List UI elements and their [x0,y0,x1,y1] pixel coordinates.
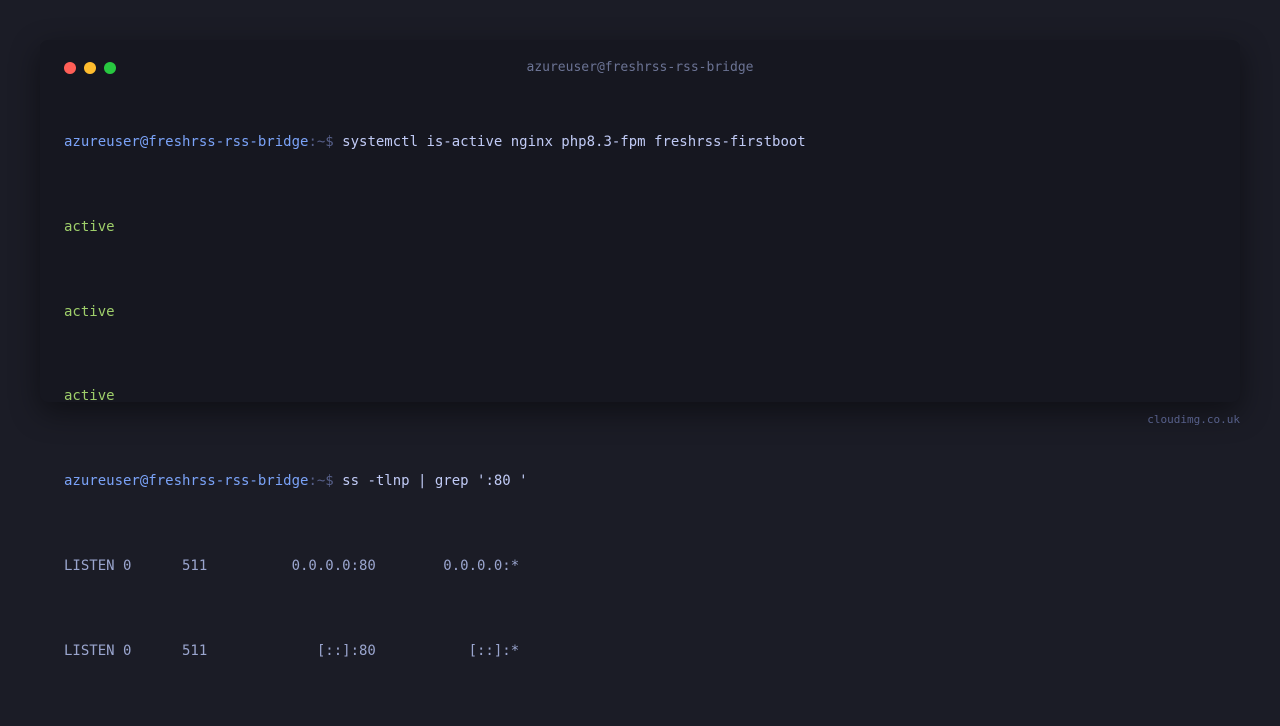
terminal-titlebar: azureuser@freshrss-rss-bridge [40,40,1240,96]
command-line: azureuser@freshrss-rss-bridge:~$ ss -tln… [64,471,1224,491]
output-line: active [64,218,115,235]
command-line: azureuser@freshrss-rss-bridge:~$ systemc… [64,132,1224,152]
command-text: ss -tlnp | grep ':80 ' [342,473,528,490]
prompt-separator: :~$ [308,134,343,150]
command-text: systemctl is-active nginx php8.3-fpm fre… [342,134,806,150]
output-line: active [64,303,115,320]
prompt-separator: :~$ [308,473,343,490]
terminal-window: azureuser@freshrss-rss-bridge azureuser@… [40,40,1240,659]
prompt-user: azureuser@freshrss-rss-bridge [64,134,309,150]
output-line: LISTEN 0 511 [::]:80 [::]:* [64,642,520,659]
window-title: azureuser@freshrss-rss-bridge [526,60,754,75]
prompt-user: azureuser@freshrss-rss-bridge [64,473,309,490]
brand-footer: cloudimg.co.uk [1147,413,1240,426]
output-line: active [64,388,115,405]
terminal-screen[interactable]: azureuser@freshrss-rss-bridge:~$ systemc… [64,92,1224,726]
output-line: LISTEN 0 511 0.0.0.0:80 0.0.0.0:* [64,557,520,574]
